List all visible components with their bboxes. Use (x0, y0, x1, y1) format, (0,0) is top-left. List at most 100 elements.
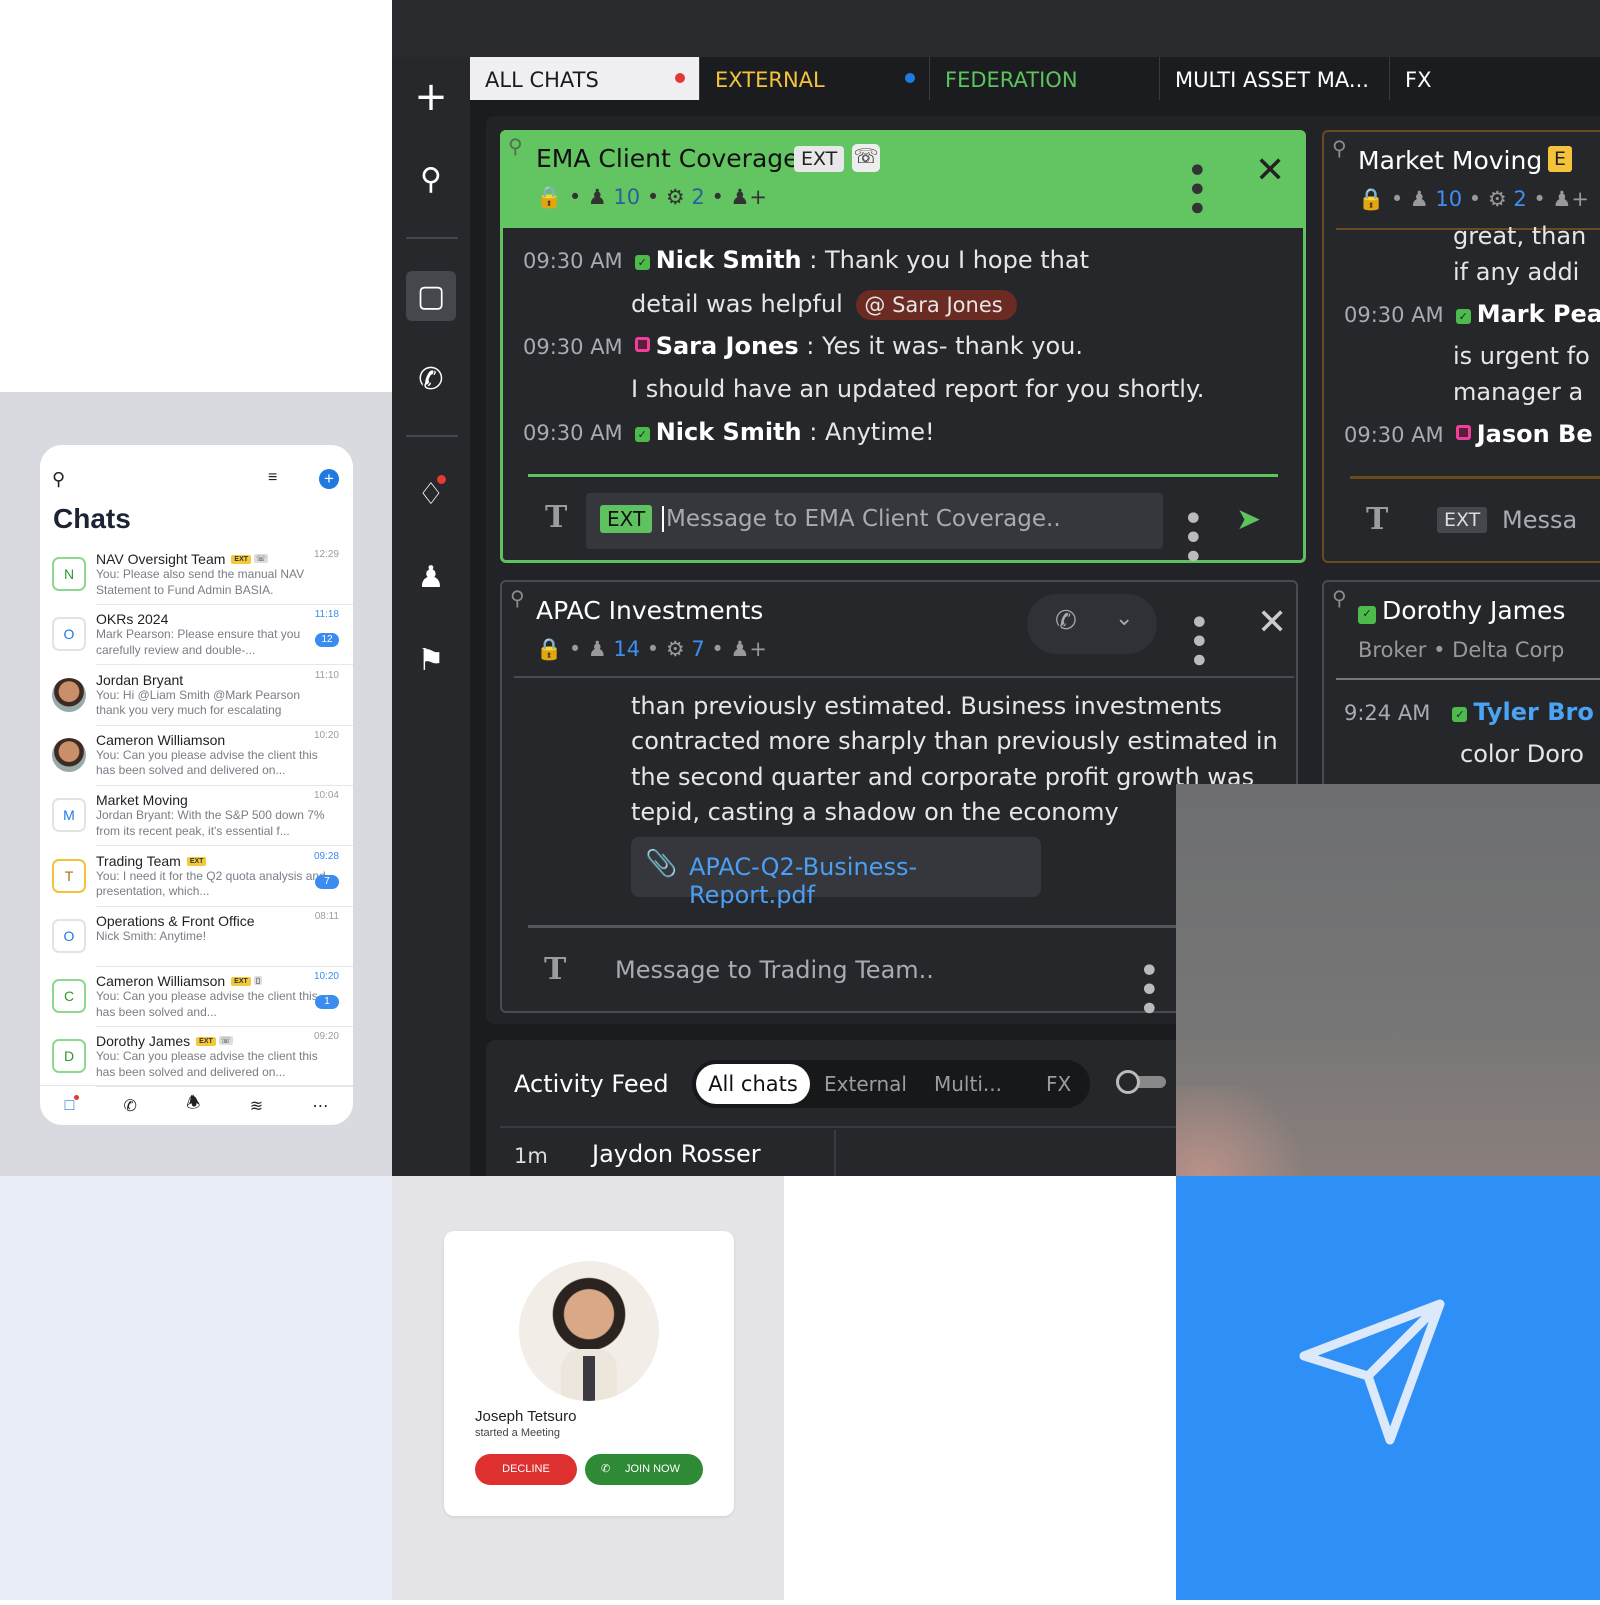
message-input[interactable]: Message to Trading Team.. (615, 956, 934, 984)
contacts-icon[interactable]: ♟ (406, 552, 456, 602)
close-icon[interactable]: ✕ (1257, 602, 1287, 643)
blank-tile (0, 0, 392, 392)
chat-list-item[interactable]: O Operations & Front Office Nick Smith: A… (40, 907, 353, 967)
ext-badge: EXT (1437, 507, 1488, 533)
sender[interactable]: Jason Be (1477, 420, 1593, 448)
members-icon[interactable]: ♟ (588, 185, 607, 209)
member-count[interactable]: 14 (613, 637, 640, 661)
tab-multi-asset-ma-[interactable]: MULTI ASSET MA... (1160, 57, 1390, 100)
pin-icon[interactable]: ⚲ (1332, 136, 1347, 160)
sender[interactable]: Tyler Bro (1473, 698, 1593, 726)
more-icon[interactable]: ••• (1174, 508, 1209, 566)
add-member-icon[interactable]: ♟+ (731, 185, 767, 209)
bot-count[interactable]: 2 (691, 185, 704, 209)
plus-icon[interactable]: + (406, 72, 456, 122)
tab-external[interactable]: EXTERNAL (700, 57, 930, 100)
sender[interactable]: Mark Pea (1477, 300, 1600, 328)
attachment-link[interactable]: APAC-Q2-Business-Report.pdf (689, 853, 1041, 909)
sender[interactable]: Sara Jones (656, 332, 799, 360)
tab-label: MULTI ASSET MA... (1175, 68, 1369, 92)
verified-icon: ✓ (634, 427, 650, 442)
format-text-icon[interactable]: T (544, 952, 566, 987)
plus-circle-icon[interactable]: + (319, 469, 339, 489)
chat-icon[interactable]: □ (65, 1094, 80, 1115)
close-icon[interactable]: ✕ (1255, 150, 1285, 191)
chat-preview: You: Please also send the manual NAV Sta… (96, 567, 305, 597)
pin-icon[interactable]: ⚲ (510, 586, 525, 610)
blurred-overlay (1176, 784, 1600, 1176)
more-icon[interactable]: ⋯ (312, 1096, 328, 1116)
chat-preview: You: Can you please advise the client th… (96, 1049, 318, 1079)
chat-panel-ema: ⚲ EMA Client Coverage EXT ☏ 🔒 • ♟ 10 • ⚙… (500, 130, 1306, 566)
chat-icon[interactable]: ▢ (406, 271, 456, 321)
tab-federation[interactable]: FEDERATION (930, 57, 1160, 100)
tab-fx[interactable]: FX (1390, 57, 1600, 100)
more-icon[interactable]: ••• (1178, 160, 1213, 218)
chat-list-item[interactable]: Cameron Williamson You: Can you please a… (40, 726, 353, 786)
unread-dot (905, 73, 915, 83)
feed-icon[interactable]: ≋ (250, 1096, 263, 1116)
phone-icon[interactable]: ✆ (1055, 606, 1077, 636)
message-input[interactable]: Messa (1502, 506, 1577, 534)
decline-button[interactable]: DECLINE (475, 1454, 577, 1485)
member-count[interactable]: 10 (613, 185, 640, 209)
more-icon[interactable]: ••• (1130, 960, 1165, 1018)
message-text: Anytime! (824, 418, 935, 446)
filter-icon[interactable]: ≡ (268, 469, 277, 487)
chat-list-item[interactable]: O OKRs 2024 Mark Pearson: Please ensure t… (40, 605, 353, 666)
attachment[interactable]: 📎 APAC-Q2-Business-Report.pdf (631, 837, 1041, 909)
chat-list-item[interactable]: T Trading Team EXT You: I need it for the … (40, 847, 353, 907)
meeting-status: started a Meeting (475, 1427, 560, 1439)
sender[interactable]: Nick Smith (656, 246, 802, 274)
ext-badge: EXT (231, 555, 252, 564)
phone-icon[interactable]: ✆ (124, 1096, 137, 1116)
pin-icon[interactable]: ⚲ (508, 134, 523, 158)
mention-chip[interactable]: @ Sara Jones (856, 290, 1017, 320)
filter-tabs: All chats External Multi... FX (692, 1060, 1090, 1108)
contact-company: Delta Corp (1452, 638, 1565, 662)
caller-name: Joseph Tetsuro (475, 1408, 577, 1425)
avatar: D (52, 1039, 86, 1074)
timestamp: 09:30 AM (523, 335, 623, 359)
chevron-down-icon[interactable]: ⌄ (1115, 606, 1133, 631)
filter-external[interactable]: External (824, 1072, 907, 1096)
format-text-icon[interactable]: T (1366, 502, 1388, 537)
send-icon[interactable]: ➤ (1236, 502, 1261, 537)
chat-list-item[interactable]: M Market Moving Jordan Bryant: With the S… (40, 786, 353, 847)
search-icon[interactable]: ⚲ (406, 154, 456, 204)
more-icon[interactable]: ••• (1180, 612, 1215, 670)
format-text-icon[interactable]: T (545, 500, 567, 535)
phone-icon[interactable]: ✆ (406, 354, 456, 404)
bell-icon[interactable]: 🕭 (186, 1092, 200, 1119)
whatsapp-icon: ☏ (218, 1036, 233, 1046)
sender[interactable]: Nick Smith (656, 418, 802, 446)
section-title: Activity Feed (514, 1070, 669, 1098)
chat-list-item[interactable]: N NAV Oversight Team EXT ☏ You: Please also… (40, 545, 353, 605)
toggle-switch[interactable] (1116, 1070, 1166, 1094)
pin-icon[interactable]: ⚲ (1332, 586, 1347, 610)
verified-icon: ✓ (634, 255, 650, 270)
tab-bar: ALL CHATS EXTERNAL FEDERATION MULTI ASSET M… (470, 57, 1600, 100)
activity-name[interactable]: Jaydon Rosser (592, 1140, 761, 1168)
chat-list-item[interactable]: Jordan Bryant You: Hi @Liam Smith @Mark … (40, 666, 353, 726)
call-button[interactable]: ✆ ⌄ (1027, 594, 1157, 654)
filter-all-chats[interactable]: All chats (696, 1064, 810, 1104)
join-now-button[interactable]: ✆ JOIN NOW (585, 1454, 703, 1485)
bookmark-icon[interactable]: ⚑ (406, 635, 456, 685)
avatar: C (52, 979, 86, 1014)
message-input[interactable]: EXT Message to EMA Client Coverage.. (586, 493, 1163, 549)
bot-count[interactable]: 7 (691, 637, 704, 661)
chat-list-item[interactable]: C Cameron Williamson EXT ▯ You: Can you ple… (40, 967, 353, 1028)
tab-all-chats[interactable]: ALL CHATS (470, 57, 700, 100)
message-text: detail was helpful (631, 290, 843, 318)
avatar: O (52, 617, 86, 652)
ext-badge: EXT (231, 977, 251, 987)
message-text: great, than (1453, 222, 1587, 250)
search-icon[interactable]: ⚲ (52, 469, 65, 490)
bell-icon[interactable]: ♢ (406, 469, 456, 519)
panel-title: Market Moving (1358, 146, 1543, 175)
filter-multi[interactable]: Multi... (934, 1072, 1002, 1096)
chat-list-item[interactable]: D Dorothy James EXT ☏ You: Can you please a… (40, 1027, 353, 1088)
filter-fx[interactable]: FX (1046, 1072, 1071, 1096)
chat-name: Operations & Front Office (96, 912, 255, 929)
